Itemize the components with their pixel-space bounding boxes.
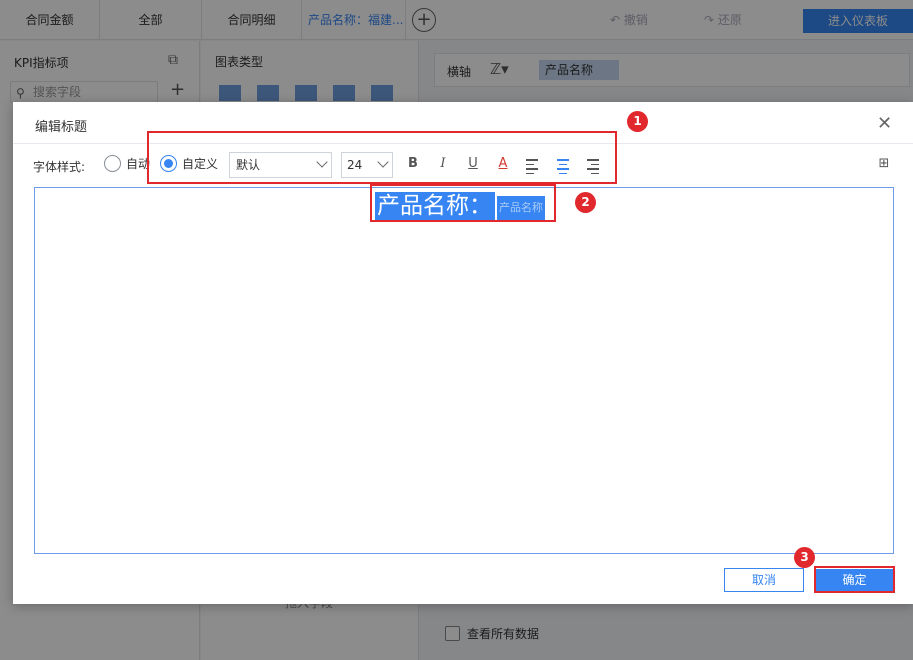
- dialog-title: 编辑标题: [35, 120, 88, 135]
- annotation-badge-3: 3: [794, 547, 815, 568]
- annotation-badge-2: 2: [575, 192, 596, 213]
- cancel-button[interactable]: 取消: [724, 568, 804, 592]
- title-editor[interactable]: 产品名称： 产品名称: [34, 187, 894, 554]
- font-style-label: 字体样式:: [33, 160, 86, 174]
- annotation-box-title: [370, 184, 556, 222]
- radio-dot[interactable]: [104, 155, 121, 172]
- radio-auto[interactable]: 自动: [104, 155, 150, 173]
- insert-field-icon[interactable]: ⊞: [875, 155, 893, 173]
- annotation-box-confirm: [814, 566, 895, 593]
- close-icon[interactable]: ✕: [877, 113, 892, 134]
- annotation-badge-1: 1: [627, 111, 648, 132]
- annotation-box-toolbar: [147, 131, 617, 184]
